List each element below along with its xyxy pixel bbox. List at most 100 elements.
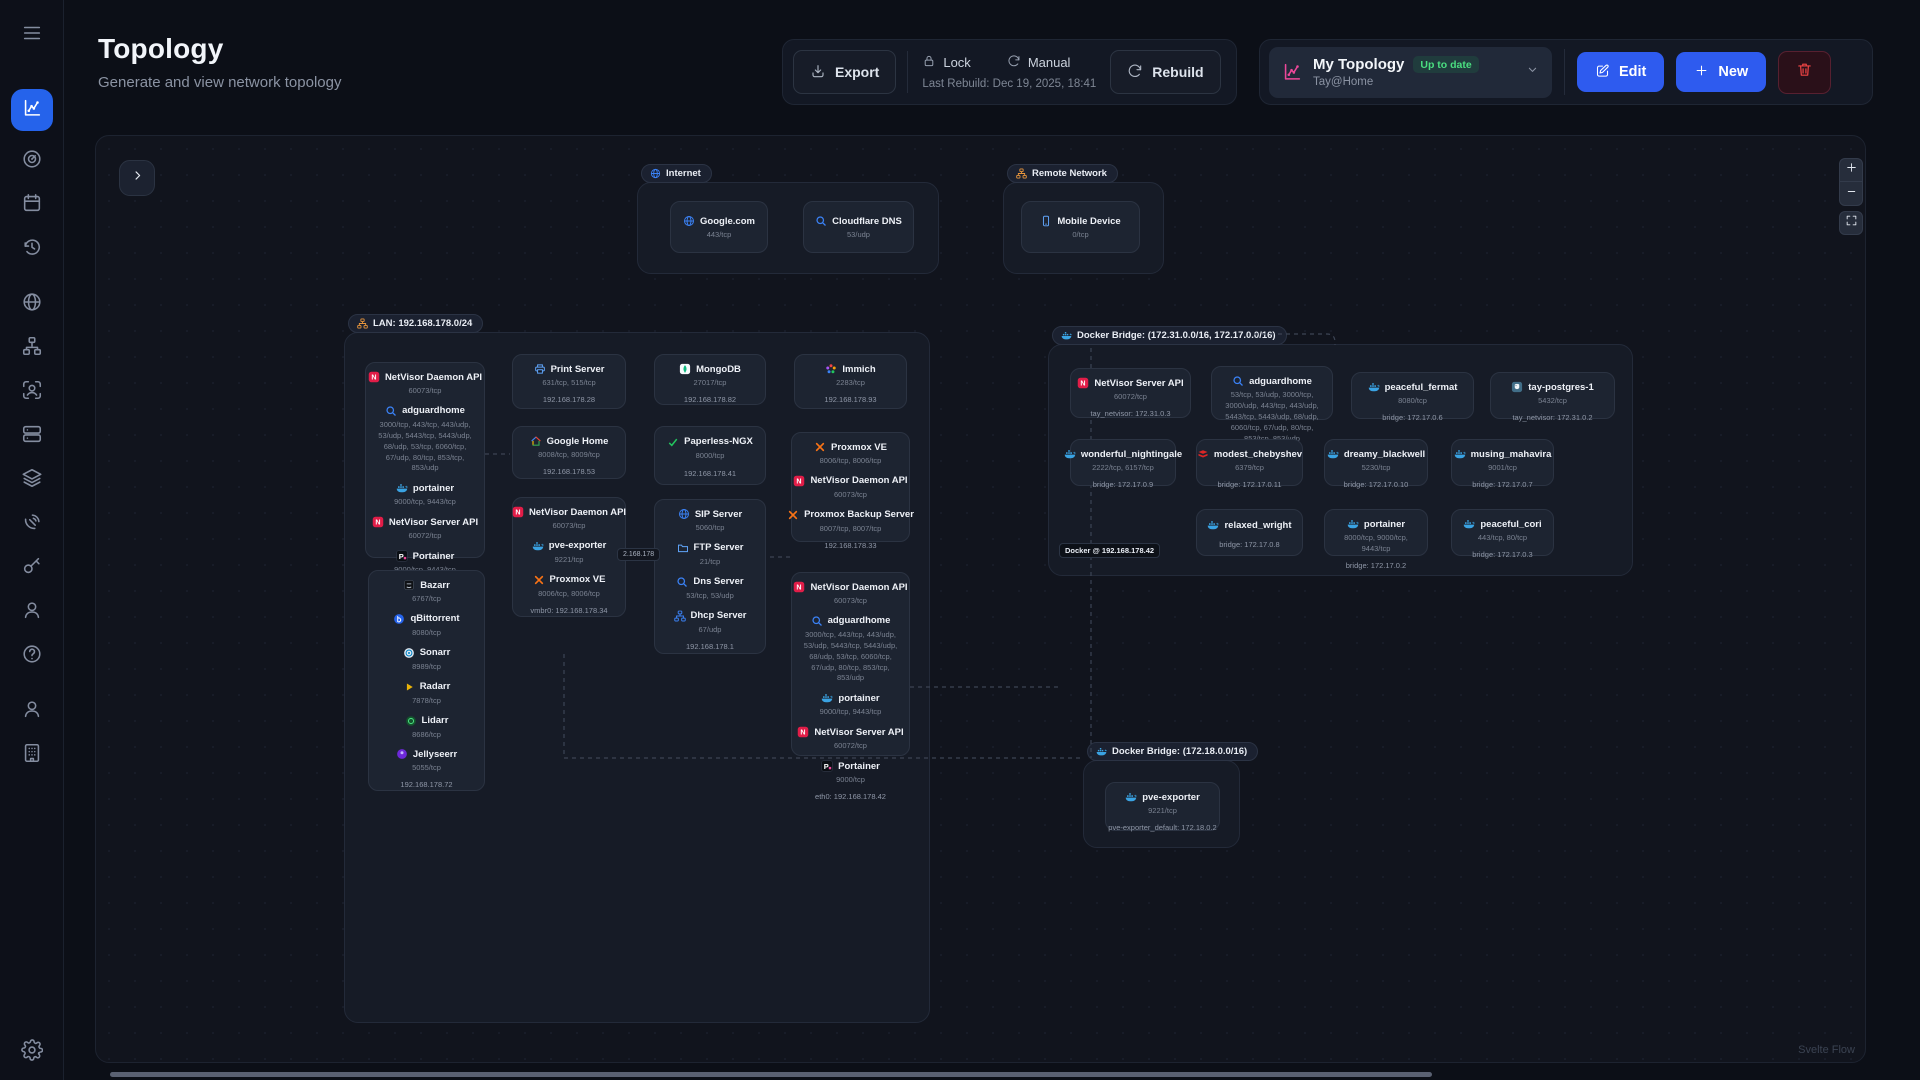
user-icon <box>21 698 43 725</box>
node-d-mahavira[interactable]: musing_mahavira9001/tcpbridge: 172.17.0.… <box>1451 439 1554 486</box>
node-d-fermat[interactable]: peaceful_fermat8080/tcpbridge: 172.17.0.… <box>1351 372 1474 419</box>
magnifier-icon <box>1232 375 1244 387</box>
network-blue-icon <box>674 610 686 622</box>
node-cloudflare[interactable]: Cloudflare DNS53/udp <box>803 201 914 253</box>
node-d-chebyshev[interactable]: modest_chebyshev6379/tcpbridge: 172.17.0… <box>1196 439 1303 486</box>
node-body: pve-exporter9221/tcp <box>1111 791 1214 817</box>
service-name: Portainer <box>838 761 880 772</box>
docker-whale-icon <box>1207 519 1219 531</box>
service-name: Lidarr <box>422 715 449 726</box>
topology-canvas[interactable]: Svelte Flow Internet Remote Network LAN:… <box>95 135 1866 1063</box>
sidebar-item-history[interactable] <box>18 235 46 263</box>
sidebar <box>0 0 64 1080</box>
expand-panel-button[interactable] <box>119 160 155 196</box>
service-ports: 60072/tcp <box>406 531 445 542</box>
topology-name: My Topology <box>1313 56 1404 73</box>
node-mongodb[interactable]: MongoDB27017/tcp192.168.178.82 <box>654 354 766 405</box>
topology-selector[interactable]: My Topology Up to date Tay@Home <box>1269 47 1552 98</box>
sidebar-item-satellite[interactable] <box>18 510 46 538</box>
zoom-out-button[interactable] <box>1839 182 1863 206</box>
service: peaceful_fermat <box>1368 381 1458 393</box>
sidebar-item-globe[interactable] <box>18 290 46 318</box>
service-name: Print Server <box>551 364 605 375</box>
service-name: Proxmox Backup Server <box>804 509 914 520</box>
jellyseerr-icon <box>396 748 408 760</box>
sidebar-item-scan[interactable] <box>18 378 46 406</box>
lock-toggle[interactable]: Lock <box>922 54 970 71</box>
sidebar-item-profile[interactable] <box>18 697 46 725</box>
netvisor-icon: N <box>368 371 380 383</box>
group-label-pill[interactable]: Internet <box>641 164 712 183</box>
node-print-server[interactable]: Print Server631/tcp, 515/tcp192.168.178.… <box>512 354 626 409</box>
rebuild-button[interactable]: Rebuild <box>1110 50 1220 94</box>
sidebar-item-server[interactable] <box>18 422 46 450</box>
topology-owner: Tay@Home <box>1313 76 1479 88</box>
node-lan-host-34[interactable]: N NetVisor Daemon API60073/tcp pve-expor… <box>512 497 626 617</box>
node-d-wright[interactable]: relaxed_wrightbridge: 172.17.0.8 <box>1196 509 1303 556</box>
node-mobile-device[interactable]: Mobile Device0/tcp <box>1021 201 1140 253</box>
service-ports: 8989/tcp <box>409 662 444 673</box>
node-lan-host-43[interactable]: N NetVisor Daemon API60073/tcp adguardho… <box>365 362 485 558</box>
node-immich[interactable]: Immich2283/tcp192.168.178.93 <box>794 354 907 409</box>
group-label-pill[interactable]: Docker Bridge: (172.31.0.0/16, 172.17.0.… <box>1052 326 1287 345</box>
node-d-nvserver[interactable]: N NetVisor Server API60072/tcptay_netvis… <box>1070 368 1191 418</box>
export-button[interactable]: Export <box>793 50 896 94</box>
zoom-in-button[interactable] <box>1839 158 1863 182</box>
fit-view-button[interactable] <box>1839 211 1863 235</box>
group-label-pill[interactable]: LAN: 192.168.178.0/24 <box>348 314 483 333</box>
node-body: Immich2283/tcp <box>800 363 901 389</box>
group-label-pill[interactable]: Remote Network <box>1007 164 1118 183</box>
node-google-home[interactable]: Google Home8008/tcp, 8009/tcp192.168.178… <box>512 426 626 479</box>
sidebar-item-help[interactable] <box>18 642 46 670</box>
sidebar-item-key[interactable] <box>18 554 46 582</box>
node-lan-host-72[interactable]: Bazarr6767/tcp qBittorrent8080/tcp Sonar… <box>368 570 485 791</box>
node-d-portainer[interactable]: portainer8000/tcp, 9000/tcp, 9443/tcpbri… <box>1324 509 1428 556</box>
horizontal-scrollbar[interactable] <box>110 1072 1432 1077</box>
group-label: LAN: 192.168.178.0/24 <box>373 318 472 329</box>
edit-button[interactable]: Edit <box>1577 52 1664 92</box>
sidebar-item-radar[interactable] <box>18 147 46 175</box>
node-d-postgres[interactable]: tay-postgres-15432/tcptay_netvisor: 172.… <box>1490 372 1615 419</box>
service: N NetVisor Server API <box>1077 377 1183 389</box>
node-body: MongoDB27017/tcp <box>660 363 760 389</box>
service: Google.com <box>683 215 755 227</box>
new-button[interactable]: New <box>1676 52 1766 92</box>
sidebar-item-layers[interactable] <box>18 466 46 494</box>
node-paperless[interactable]: Paperless-NGX8000/tcp192.168.178.41 <box>654 426 766 485</box>
service-name: Dhcp Server <box>691 610 747 621</box>
sidebar-item-user[interactable] <box>18 598 46 626</box>
netvisor-icon: N <box>372 516 384 528</box>
node-body: SIP Server5060/tcp FTP Server21/tcp Dns … <box>660 508 760 636</box>
magnifier-icon <box>385 405 397 417</box>
node-footer: bridge: 172.17.0.6 <box>1382 407 1442 422</box>
postgres-icon <box>1511 381 1523 393</box>
group-label-pill[interactable]: Docker Bridge: (172.18.0.0/16) <box>1087 742 1258 761</box>
node-lan-host-42[interactable]: N NetVisor Daemon API60073/tcp adguardho… <box>791 572 910 756</box>
sidebar-item-building[interactable] <box>18 741 46 769</box>
sidebar-item-calendar[interactable] <box>18 191 46 219</box>
node-d-cori[interactable]: peaceful_cori443/tcp, 80/tcpbridge: 172.… <box>1451 509 1554 556</box>
delete-button[interactable] <box>1778 51 1831 94</box>
manual-toggle[interactable]: Manual <box>1007 54 1071 71</box>
group-label: Docker Bridge: (172.18.0.0/16) <box>1112 746 1247 757</box>
sidebar-item-settings[interactable] <box>18 1038 46 1066</box>
node-footer: 192.168.178.53 <box>543 461 595 476</box>
rebuild-label: Rebuild <box>1152 64 1203 80</box>
node-google[interactable]: Google.com443/tcp <box>670 201 768 253</box>
node-d2-pve-exporter[interactable]: pve-exporter9221/tcppve-exporter_default… <box>1105 782 1220 831</box>
sidebar-item-network[interactable] <box>18 334 46 362</box>
node-d-nightingale[interactable]: wonderful_nightingale2222/tcp, 6157/tcpb… <box>1070 439 1176 486</box>
netvisor-icon: N <box>797 726 809 738</box>
service: dreamy_blackwell <box>1327 448 1425 460</box>
topology-icon <box>21 97 43 124</box>
node-lan-host-33[interactable]: Proxmox VE8006/tcp, 8006/tcp N NetVisor … <box>791 432 910 542</box>
sidebar-item-topology[interactable] <box>11 89 53 131</box>
service-name: adguardhome <box>402 405 465 416</box>
node-footer: 192.168.178.93 <box>824 389 876 404</box>
node-d-blackwell[interactable]: dreamy_blackwell5230/tcpbridge: 172.17.0… <box>1324 439 1428 486</box>
node-router[interactable]: SIP Server5060/tcp FTP Server21/tcp Dns … <box>654 499 766 654</box>
menu-button[interactable] <box>18 21 46 49</box>
service: adguardhome <box>811 615 891 627</box>
docker-whale-icon <box>1125 791 1137 803</box>
node-d-adguard[interactable]: adguardhome53/tcp, 53/udp, 3000/tcp, 300… <box>1211 366 1333 420</box>
